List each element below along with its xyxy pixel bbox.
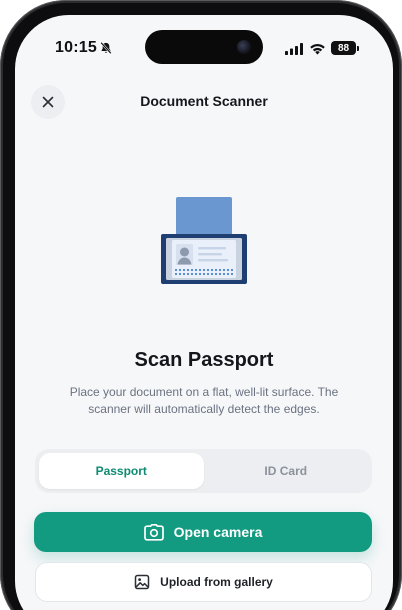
front-camera: [237, 40, 251, 54]
document-type-selector: Passport ID Card: [35, 449, 372, 493]
battery-icon: 88: [331, 41, 356, 55]
status-time: 10:15: [55, 39, 97, 56]
bell-slash-icon: [100, 41, 112, 55]
page-title: Document Scanner: [140, 93, 268, 109]
tab-passport[interactable]: Passport: [39, 453, 204, 489]
upload-gallery-label: Upload from gallery: [160, 575, 273, 589]
dynamic-island: [145, 30, 263, 64]
tab-id-card[interactable]: ID Card: [204, 453, 369, 489]
scan-title: Scan Passport: [134, 349, 274, 371]
upload-gallery-button[interactable]: Upload from gallery: [35, 562, 372, 602]
app-screen: 10:15 88 Document Scanner Scan Passport …: [15, 15, 393, 610]
battery-tip: [357, 46, 359, 51]
image-icon: [134, 574, 150, 590]
scan-description: Place your document on a flat, well-lit …: [69, 385, 339, 416]
status-bar: 10:15 88: [15, 15, 393, 71]
open-camera-label: Open camera: [173, 524, 263, 540]
open-camera-button[interactable]: Open camera: [34, 512, 372, 552]
cellular-signal-icon: [285, 43, 303, 55]
phone-frame: 10:15 88 Document Scanner Scan Passport …: [0, 0, 402, 610]
camera-icon: [143, 523, 164, 541]
wifi-icon: [310, 44, 325, 55]
phone-bezel: 10:15 88 Document Scanner Scan Passport …: [3, 3, 399, 610]
battery-level: 88: [337, 42, 350, 54]
passport-scanner-illustration: [161, 197, 247, 284]
